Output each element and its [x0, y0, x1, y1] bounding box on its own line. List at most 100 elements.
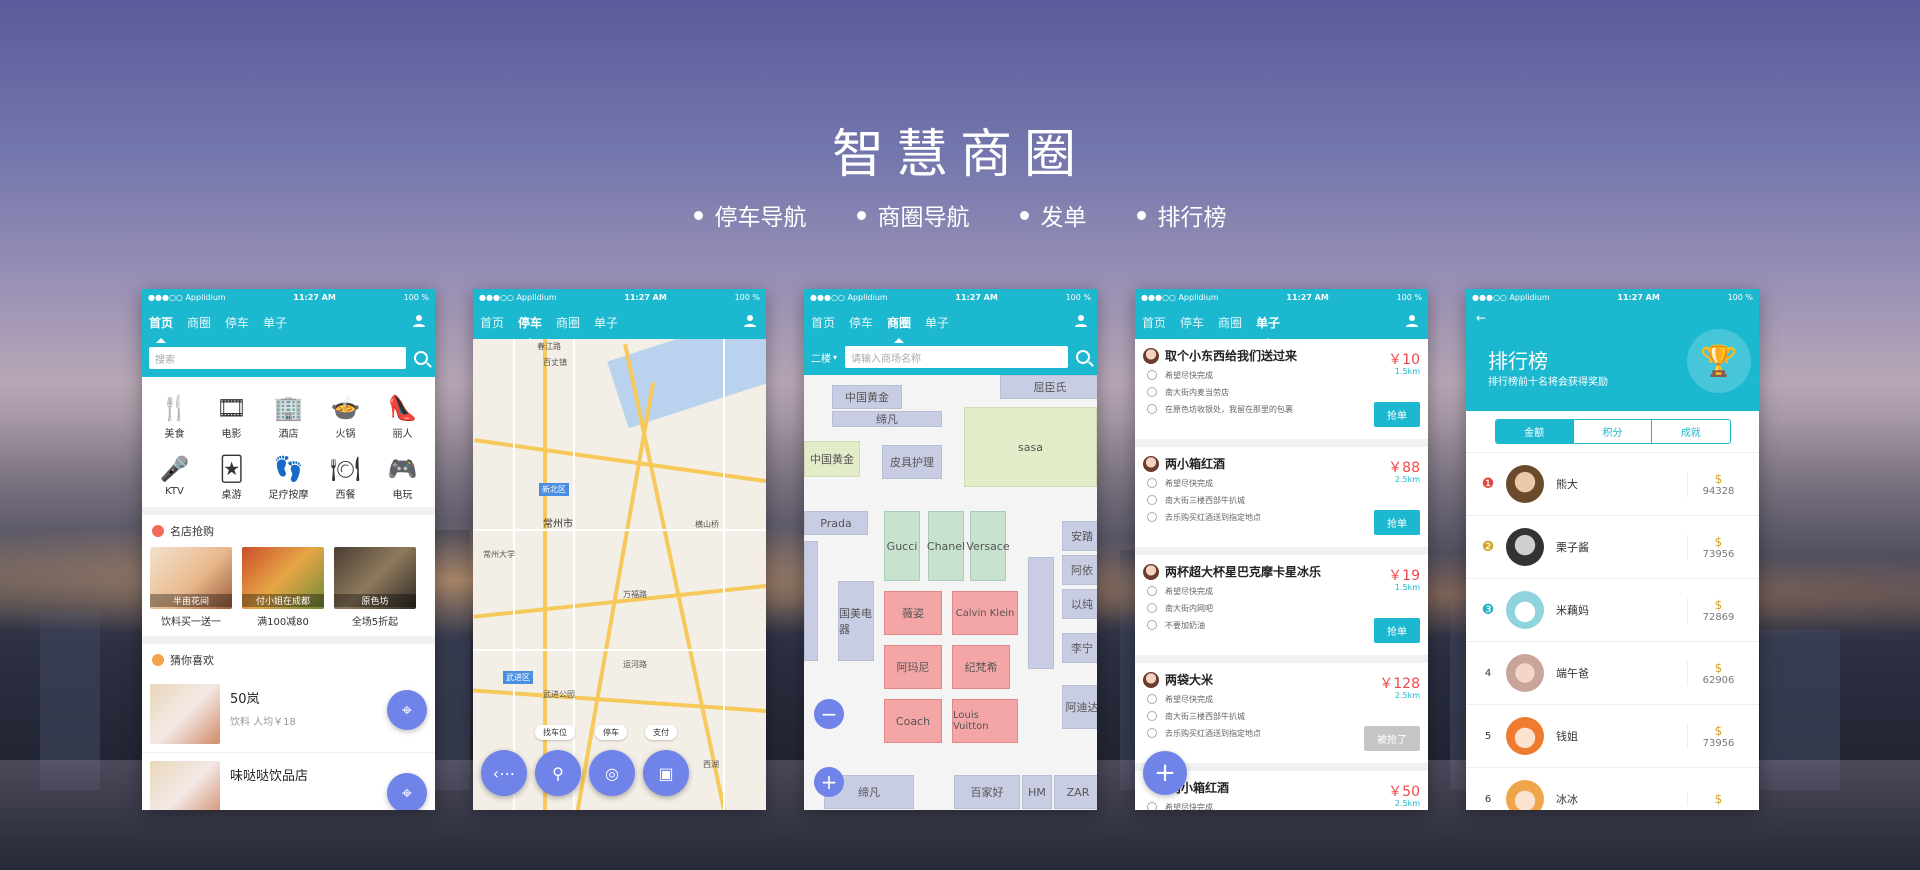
tab-home[interactable]: 首页	[480, 314, 504, 331]
tab-home[interactable]: 首页	[1142, 314, 1166, 331]
deal-card[interactable]: 半亩花间 饮料买一送一	[150, 547, 232, 628]
add-order-button[interactable]: +	[1143, 751, 1187, 795]
ranking-tabs: 金额 积分 成就	[1494, 419, 1731, 444]
floor-select[interactable]: 二楼	[811, 350, 831, 365]
store-block[interactable]: 阿迪达	[1062, 685, 1097, 729]
user-icon[interactable]	[743, 314, 757, 328]
tab-parking[interactable]: 停车	[849, 314, 873, 331]
category-item[interactable]: 🎮 电玩	[374, 452, 431, 501]
search-input[interactable]: 搜索	[149, 347, 406, 369]
store-block[interactable]: 中国黄金	[832, 385, 902, 409]
grabbed-button: 被抢了	[1364, 726, 1420, 751]
user-icon[interactable]	[1405, 314, 1419, 328]
store-block[interactable]: 李宁	[1062, 633, 1097, 663]
tab-mall[interactable]: 商圈	[187, 314, 211, 331]
category-item[interactable]: 🏢 酒店	[260, 391, 317, 440]
store-block[interactable]: 皮具护理	[882, 445, 942, 479]
store-block[interactable]: Coach	[884, 699, 942, 743]
store-block[interactable]: Louis Vuitton	[952, 699, 1018, 743]
wallet-icon[interactable]: ▣	[643, 750, 689, 796]
store-block[interactable]: ZAR	[1054, 775, 1097, 809]
tab-home[interactable]: 首页	[811, 314, 835, 331]
rank-row[interactable]: 6 冰冰 $	[1466, 767, 1759, 810]
tab-orders[interactable]: 单子	[925, 314, 949, 331]
category-item[interactable]: 🎤 KTV	[146, 452, 203, 501]
order-card[interactable]: 两袋大米 ￥128 2.5km 希望尽快完成 南大街三楼西部牛扒城 去乐购买红酒送…	[1135, 663, 1428, 771]
store-block[interactable]	[804, 541, 818, 661]
category-item[interactable]: 🍲 火锅	[317, 391, 374, 440]
tab-amount[interactable]: 金额	[1495, 420, 1573, 443]
store-block[interactable]: 国美电器	[838, 581, 874, 661]
zoom-out-button[interactable]: −	[814, 699, 844, 729]
store-block[interactable]: sasa	[964, 407, 1097, 487]
shop-item[interactable]: 味哒哒饮品店 ⌖	[142, 753, 435, 810]
rank-row[interactable]: 5 钱姐 $73956	[1466, 704, 1759, 767]
back-icon[interactable]: ‹⋯	[481, 750, 527, 796]
find-spot-chip[interactable]: 找车位	[535, 725, 575, 740]
store-block[interactable]: 百家好	[954, 775, 1020, 809]
tab-parking[interactable]: 停车	[1180, 314, 1204, 331]
location-pin-button[interactable]: ⌖	[387, 690, 427, 730]
category-item[interactable]: 👠 丽人	[374, 391, 431, 440]
zoom-in-button[interactable]: +	[814, 767, 844, 797]
grab-order-button[interactable]: 抢单	[1374, 618, 1420, 643]
search-icon[interactable]	[414, 351, 428, 365]
category-item[interactable]: 🍽 西餐	[317, 452, 374, 501]
order-card[interactable]: 两小箱红酒 ￥88 2.5km 希望尽快完成 南大街三楼西部牛扒城 去乐购买红酒送…	[1135, 447, 1428, 555]
store-block[interactable]: 阿依	[1062, 555, 1097, 585]
store-block[interactable]: 屈臣氏	[1000, 375, 1097, 399]
floor-map[interactable]: 中国黄金 屈臣氏 缔凡 中国黄金 皮具护理 sasa Prada Gucci C…	[804, 375, 1097, 810]
shop-item[interactable]: 50岚 饮料 人均￥18 ⌖	[142, 676, 435, 753]
tab-achievement[interactable]: 成就	[1651, 420, 1729, 443]
tab-parking[interactable]: 停车	[225, 314, 249, 331]
tab-orders[interactable]: 单子	[594, 314, 618, 331]
tab-orders[interactable]: 单子	[263, 314, 287, 331]
park-chip[interactable]: 停车	[595, 725, 627, 740]
back-arrow-icon[interactable]: ←	[1476, 311, 1486, 325]
deal-card[interactable]: 原色坊 全场5折起	[334, 547, 416, 628]
category-item[interactable]: 🎞 电影	[203, 391, 260, 440]
location-pin-button[interactable]: ⌖	[387, 773, 427, 810]
category-item[interactable]: 🃏 桌游	[203, 452, 260, 501]
category-item[interactable]: 🍴 美食	[146, 391, 203, 440]
grab-order-button[interactable]: 抢单	[1374, 402, 1420, 427]
user-icon[interactable]	[1074, 314, 1088, 328]
store-block[interactable]: 阿玛尼	[884, 645, 942, 689]
tab-parking[interactable]: 停车	[518, 314, 542, 343]
store-block[interactable]: Calvin Klein	[952, 591, 1018, 635]
rank-row[interactable]: ❸ 米藕妈 $72869	[1466, 578, 1759, 641]
deal-card[interactable]: 付小姐在成都 满100减80	[242, 547, 324, 628]
store-block[interactable]: 缔凡	[832, 411, 942, 427]
order-card[interactable]: 两杯超大杯星巴克摩卡星冰乐 ￥19 1.5km 希望尽快完成 南大街内网吧 不要加…	[1135, 555, 1428, 663]
store-block[interactable]: 中国黄金	[804, 441, 860, 477]
mall-search-input[interactable]: 请输入商场名称	[845, 346, 1068, 368]
radar-icon[interactable]: ◎	[589, 750, 635, 796]
grab-order-button[interactable]: 抢单	[1374, 510, 1420, 535]
tab-home[interactable]: 首页	[149, 314, 173, 343]
order-card[interactable]: 取个小东西给我们送过来 ￥10 1.5km 希望尽快完成 南大街内麦当劳店 在原色…	[1135, 339, 1428, 447]
store-block[interactable]: 以纯	[1062, 589, 1097, 619]
search-icon[interactable]	[1076, 350, 1090, 364]
store-block[interactable]: 安踏	[1062, 521, 1097, 551]
user-icon[interactable]	[412, 314, 426, 328]
store-block[interactable]: Versace	[966, 511, 1010, 581]
store-block[interactable]: Chanel	[927, 511, 965, 581]
store-block[interactable]: 纪梵希	[952, 645, 1010, 689]
store-block[interactable]: Prada	[804, 511, 868, 535]
rank-row[interactable]: ❶ 熊大 $94328	[1466, 452, 1759, 515]
tab-mall[interactable]: 商圈	[887, 314, 911, 343]
category-item[interactable]: 👣 足疗按摩	[260, 452, 317, 501]
rank-row[interactable]: ❷ 栗子酱 $73956	[1466, 515, 1759, 578]
store-block[interactable]: 薇姿	[884, 591, 942, 635]
parking-map[interactable]: 春江路 百丈镇 常州市 新北区 武进区 常州大学 武进公园 横山桥 万福路 西湖…	[473, 339, 766, 810]
tab-orders[interactable]: 单子	[1256, 314, 1280, 343]
store-block[interactable]: HM	[1022, 775, 1052, 809]
tab-mall[interactable]: 商圈	[556, 314, 580, 331]
tab-mall[interactable]: 商圈	[1218, 314, 1242, 331]
store-block[interactable]	[1028, 557, 1054, 669]
person-pin-icon[interactable]: ⚲	[535, 750, 581, 796]
rank-row[interactable]: 4 端午爸 $62906	[1466, 641, 1759, 704]
store-block[interactable]: Gucci	[884, 511, 920, 581]
tab-points[interactable]: 积分	[1572, 420, 1651, 443]
pay-chip[interactable]: 支付	[645, 725, 677, 740]
